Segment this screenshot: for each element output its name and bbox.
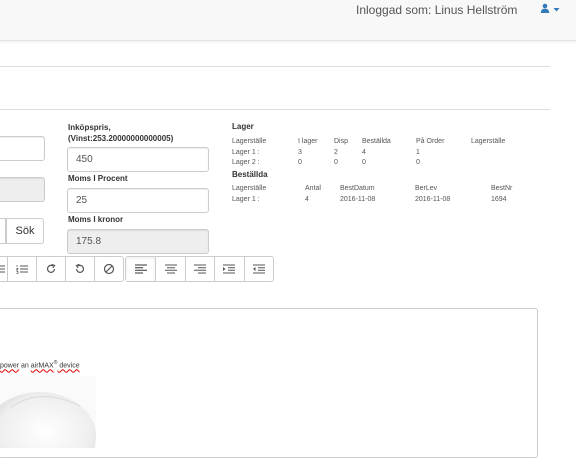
editor-word: an (19, 362, 31, 370)
numbered-list-icon (15, 265, 28, 274)
bestallda-title: Beställda (232, 170, 268, 179)
lager-cell: 1 (416, 149, 420, 156)
indent-button[interactable] (214, 257, 243, 281)
align-right-icon (194, 264, 206, 274)
editor-word: power (0, 362, 20, 370)
undo-button[interactable] (64, 257, 94, 281)
bestallda-cell: 2016-11-08 (415, 196, 451, 203)
numbered-list-button[interactable] (6, 257, 36, 281)
bestallda-cell: 1694 (491, 196, 507, 203)
bestallda-header: BestDatum (340, 185, 375, 192)
lager-header: Disp (334, 138, 349, 145)
redo-button[interactable] (35, 257, 65, 281)
left-readonly-field (0, 177, 45, 202)
outdent-button[interactable] (243, 257, 273, 281)
lager-cell: 3 (298, 149, 302, 156)
lager-cell: Lager 2 : (232, 159, 260, 166)
list-icon (0, 265, 5, 273)
moms-procent-label: Moms I Procent (68, 174, 128, 183)
clear-format-button[interactable] (93, 257, 123, 281)
indent-icon (223, 264, 236, 274)
bestallda-header: Lagerställe (232, 185, 267, 192)
list-button[interactable] (0, 257, 7, 281)
bestallda-header: BerLev (415, 185, 438, 192)
editor-brand-word: airMAX (30, 362, 54, 370)
editor-word: device (57, 362, 80, 370)
left-text-field[interactable] (0, 136, 45, 161)
product-image (0, 376, 96, 448)
search-button[interactable]: Sök (6, 218, 44, 244)
align-center-button[interactable] (155, 257, 184, 281)
editor-text: power an airMAX® device (0, 360, 80, 369)
bestallda-header: Antal (305, 185, 321, 192)
lager-header: Lagerställe (232, 138, 267, 145)
logged-in-user-label: Inloggad som: Linus Hellström (356, 3, 518, 17)
align-right-button[interactable] (184, 257, 214, 281)
inkopspris-label-line2: (Vinst:253.20000000000005) (68, 134, 174, 143)
user-menu-dropdown[interactable] (540, 3, 560, 15)
lager-header: Lagerställe (471, 138, 506, 145)
align-left-button[interactable] (126, 257, 156, 281)
align-center-icon (164, 264, 177, 274)
lager-header: På Order (416, 138, 445, 145)
moms-kronor-label: Moms I kronor (68, 215, 124, 224)
divider (0, 66, 550, 67)
lager-cell: 0 (298, 159, 302, 166)
lager-cell: 0 (334, 159, 338, 166)
bestallda-cell: Lager 1 : (232, 196, 260, 203)
clear-format-icon (103, 263, 115, 275)
lager-cell: 0 (416, 159, 420, 166)
lager-cell: Lager 1 : (232, 149, 260, 156)
lager-cell: 4 (362, 149, 366, 156)
inkopspris-label: Inköpspris, (Vinst:253.20000000000005) (68, 122, 173, 144)
user-icon (540, 3, 550, 13)
divider (0, 109, 550, 110)
top-navbar: Inloggad som: Linus Hellström (0, 0, 576, 41)
editor-toolbar-group (0, 256, 124, 282)
lager-header: I lager (298, 138, 318, 145)
lager-cell: 2 (334, 149, 338, 156)
inkopspris-label-line1: Inköpspris, (68, 123, 111, 132)
inkopspris-field[interactable]: 450 (67, 147, 209, 172)
bestallda-cell: 2016-11-08 (340, 196, 376, 203)
bestallda-cell: 4 (305, 196, 309, 203)
lager-title: Lager (232, 122, 254, 131)
lager-cell: 0 (362, 159, 366, 166)
caret-down-icon (553, 8, 560, 12)
align-left-icon (134, 264, 147, 274)
moms-procent-field[interactable]: 25 (67, 188, 209, 213)
bestallda-header: BestNr (491, 185, 513, 192)
outdent-icon (252, 264, 265, 274)
moms-kronor-field: 175.8 (67, 229, 209, 254)
redo-icon (46, 263, 56, 273)
editor-toolbar-group (125, 256, 274, 282)
lager-header: Beställda (362, 138, 391, 145)
undo-icon (75, 263, 84, 273)
